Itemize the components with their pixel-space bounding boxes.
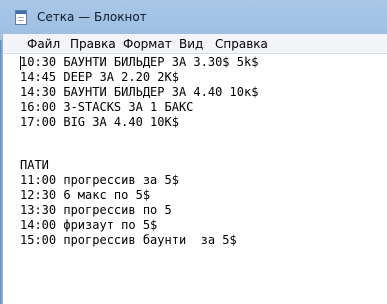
text-line: 14:45 DEEP ЗА 2.20 2K$ <box>20 70 179 84</box>
text-line: 13:30 прогрессив по 5 <box>20 203 172 217</box>
text-line: ПАТИ <box>20 158 49 172</box>
notepad-window: Сетка — Блокнот Файл Правка Формат Вид С… <box>0 0 387 304</box>
text-line: 12:30 6 макс по 5$ <box>20 188 151 202</box>
menu-edit[interactable]: Правка <box>70 37 116 51</box>
menu-view[interactable]: Вид <box>179 37 203 51</box>
text-line: 17:00 BIG ЗА 4.40 10К$ <box>20 115 179 129</box>
text-line: 11:00 прогрессив за 5$ <box>20 173 179 187</box>
text-line: 10:30 БАУНТИ БИЛЬДЕР ЗА 3.30$ 5k$ <box>20 55 259 69</box>
menu-help[interactable]: Справка <box>215 37 268 51</box>
text-line: 16:00 3-STACKS ЗА 1 БАКС <box>20 100 194 114</box>
text-line: 14:30 БАУНТИ БИЛЬДЕР ЗА 4.40 10к$ <box>20 85 259 99</box>
title-bar[interactable]: Сетка — Блокнот <box>0 0 387 34</box>
notepad-icon[interactable] <box>15 10 27 25</box>
menu-bar: Файл Правка Формат Вид Справка <box>3 34 387 54</box>
window-title: Сетка — Блокнот <box>37 10 147 24</box>
text-editor[interactable]: 10:30 БАУНТИ БИЛЬДЕР ЗА 3.30$ 5k$ 14:45 … <box>3 54 387 304</box>
menu-format[interactable]: Формат <box>123 37 172 51</box>
text-line: 14:00 фризаут по 5$ <box>20 218 158 232</box>
menu-file[interactable]: Файл <box>27 37 60 51</box>
text-line: 15:00 прогрессив баунти за 5$ <box>20 233 237 247</box>
